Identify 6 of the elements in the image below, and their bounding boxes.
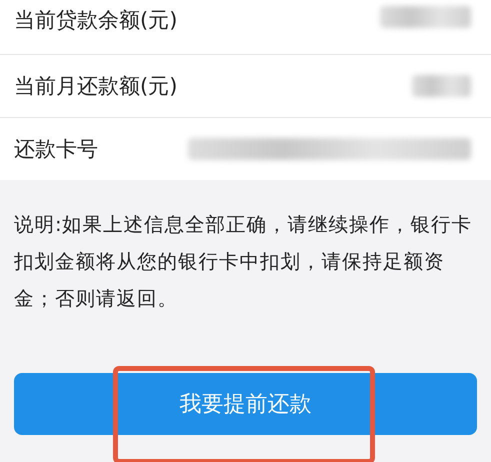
note-text: 说明:如果上述信息全部正确，请继续操作，银行卡扣划金额将从您的银行卡中扣划，请保持足额资金；否则请返回。 bbox=[14, 212, 474, 312]
blurred-value bbox=[412, 75, 471, 97]
field-label: 当前月还款额(元) bbox=[14, 73, 178, 100]
field-label: 还款卡号 bbox=[14, 136, 98, 163]
field-label: 当前贷款余额(元) bbox=[14, 7, 178, 34]
prepay-button[interactable]: 我要提前还款 bbox=[14, 373, 477, 435]
